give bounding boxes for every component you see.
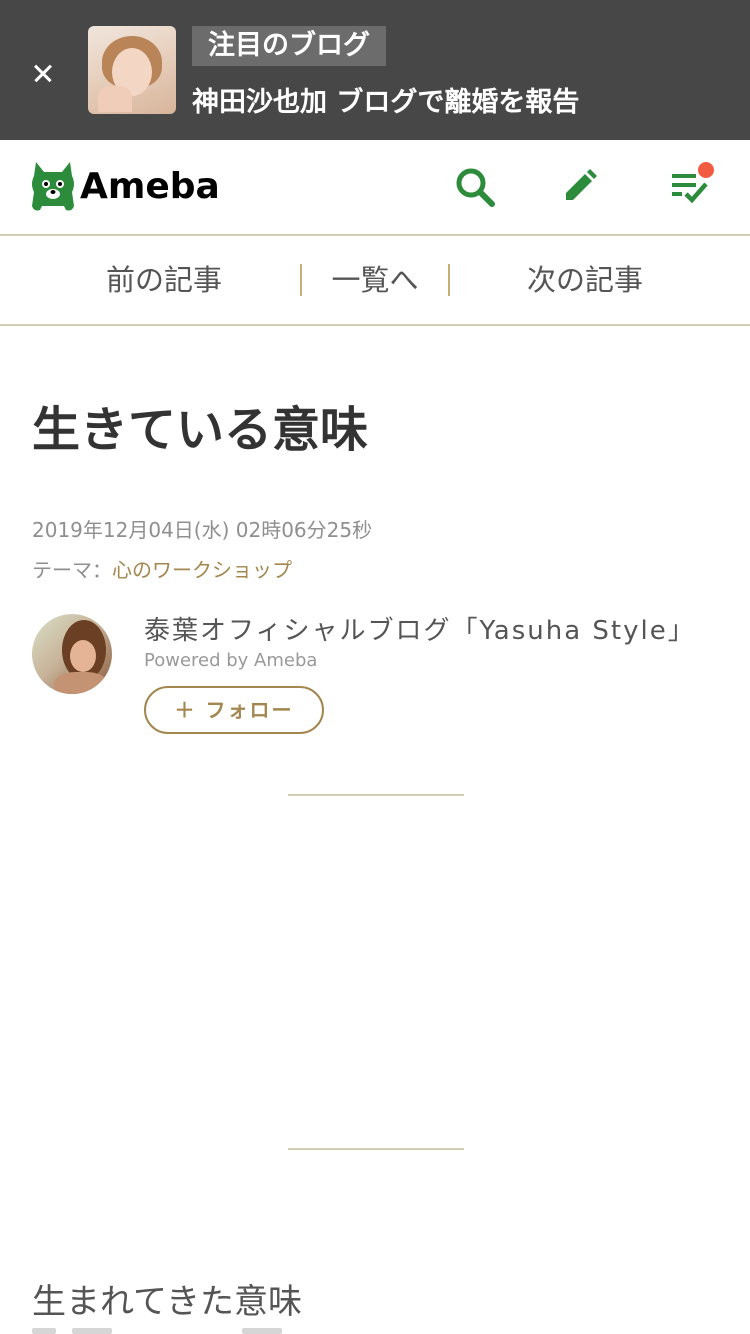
promo-tag: 注目のブログ	[192, 26, 386, 66]
section-divider	[288, 794, 464, 796]
nav-separator	[448, 264, 450, 296]
logo-wordmark: Ameba	[80, 166, 220, 207]
avatar-body	[54, 672, 108, 694]
promo-headline[interactable]: 神田沙也加 ブログで離婚を報告	[192, 80, 579, 119]
close-icon[interactable]	[28, 58, 58, 88]
notification-badge	[698, 162, 714, 178]
author-avatar[interactable]	[32, 614, 112, 694]
article-date: 2019年12月04日(水) 02時06分25秒	[32, 518, 373, 542]
follow-button[interactable]: ＋ フォロー	[144, 686, 324, 734]
promo-thumbnail[interactable]	[88, 26, 176, 114]
thumbnail-hand	[98, 86, 132, 112]
theme-label: テーマ：	[32, 558, 112, 582]
search-icon[interactable]	[454, 166, 496, 208]
prev-article-link[interactable]: 前の記事	[60, 236, 268, 324]
article-list-link[interactable]: 一覧へ	[306, 236, 444, 324]
avatar-face	[70, 640, 96, 672]
blog-name-link[interactable]: 泰葉オフィシャルブログ「Yasuha Style」	[144, 610, 696, 647]
next-article-link[interactable]: 次の記事	[480, 236, 690, 324]
ameba-logo[interactable]: Ameba	[30, 160, 220, 214]
article-navigation: 前の記事 一覧へ 次の記事	[0, 236, 750, 326]
article-body-heading: 生まれてきた意味	[32, 1282, 302, 1322]
ameba-mascot-icon	[32, 162, 74, 211]
site-header: Ameba	[0, 140, 750, 236]
theme-link[interactable]: 心のワークショップ	[112, 558, 292, 582]
article-title: 生きている意味	[32, 402, 369, 458]
nav-separator	[300, 264, 302, 296]
section-divider	[288, 1148, 464, 1150]
powered-by-text: Powered by Ameba	[144, 650, 318, 671]
pencil-icon[interactable]	[558, 166, 600, 208]
promo-banner[interactable]: 注目のブログ 神田沙也加 ブログで離婚を報告	[0, 0, 750, 140]
article-theme: テーマ：心のワークショップ	[32, 554, 292, 583]
article-body-cutoff-text	[32, 1328, 332, 1334]
reading-list-icon[interactable]	[668, 162, 714, 208]
